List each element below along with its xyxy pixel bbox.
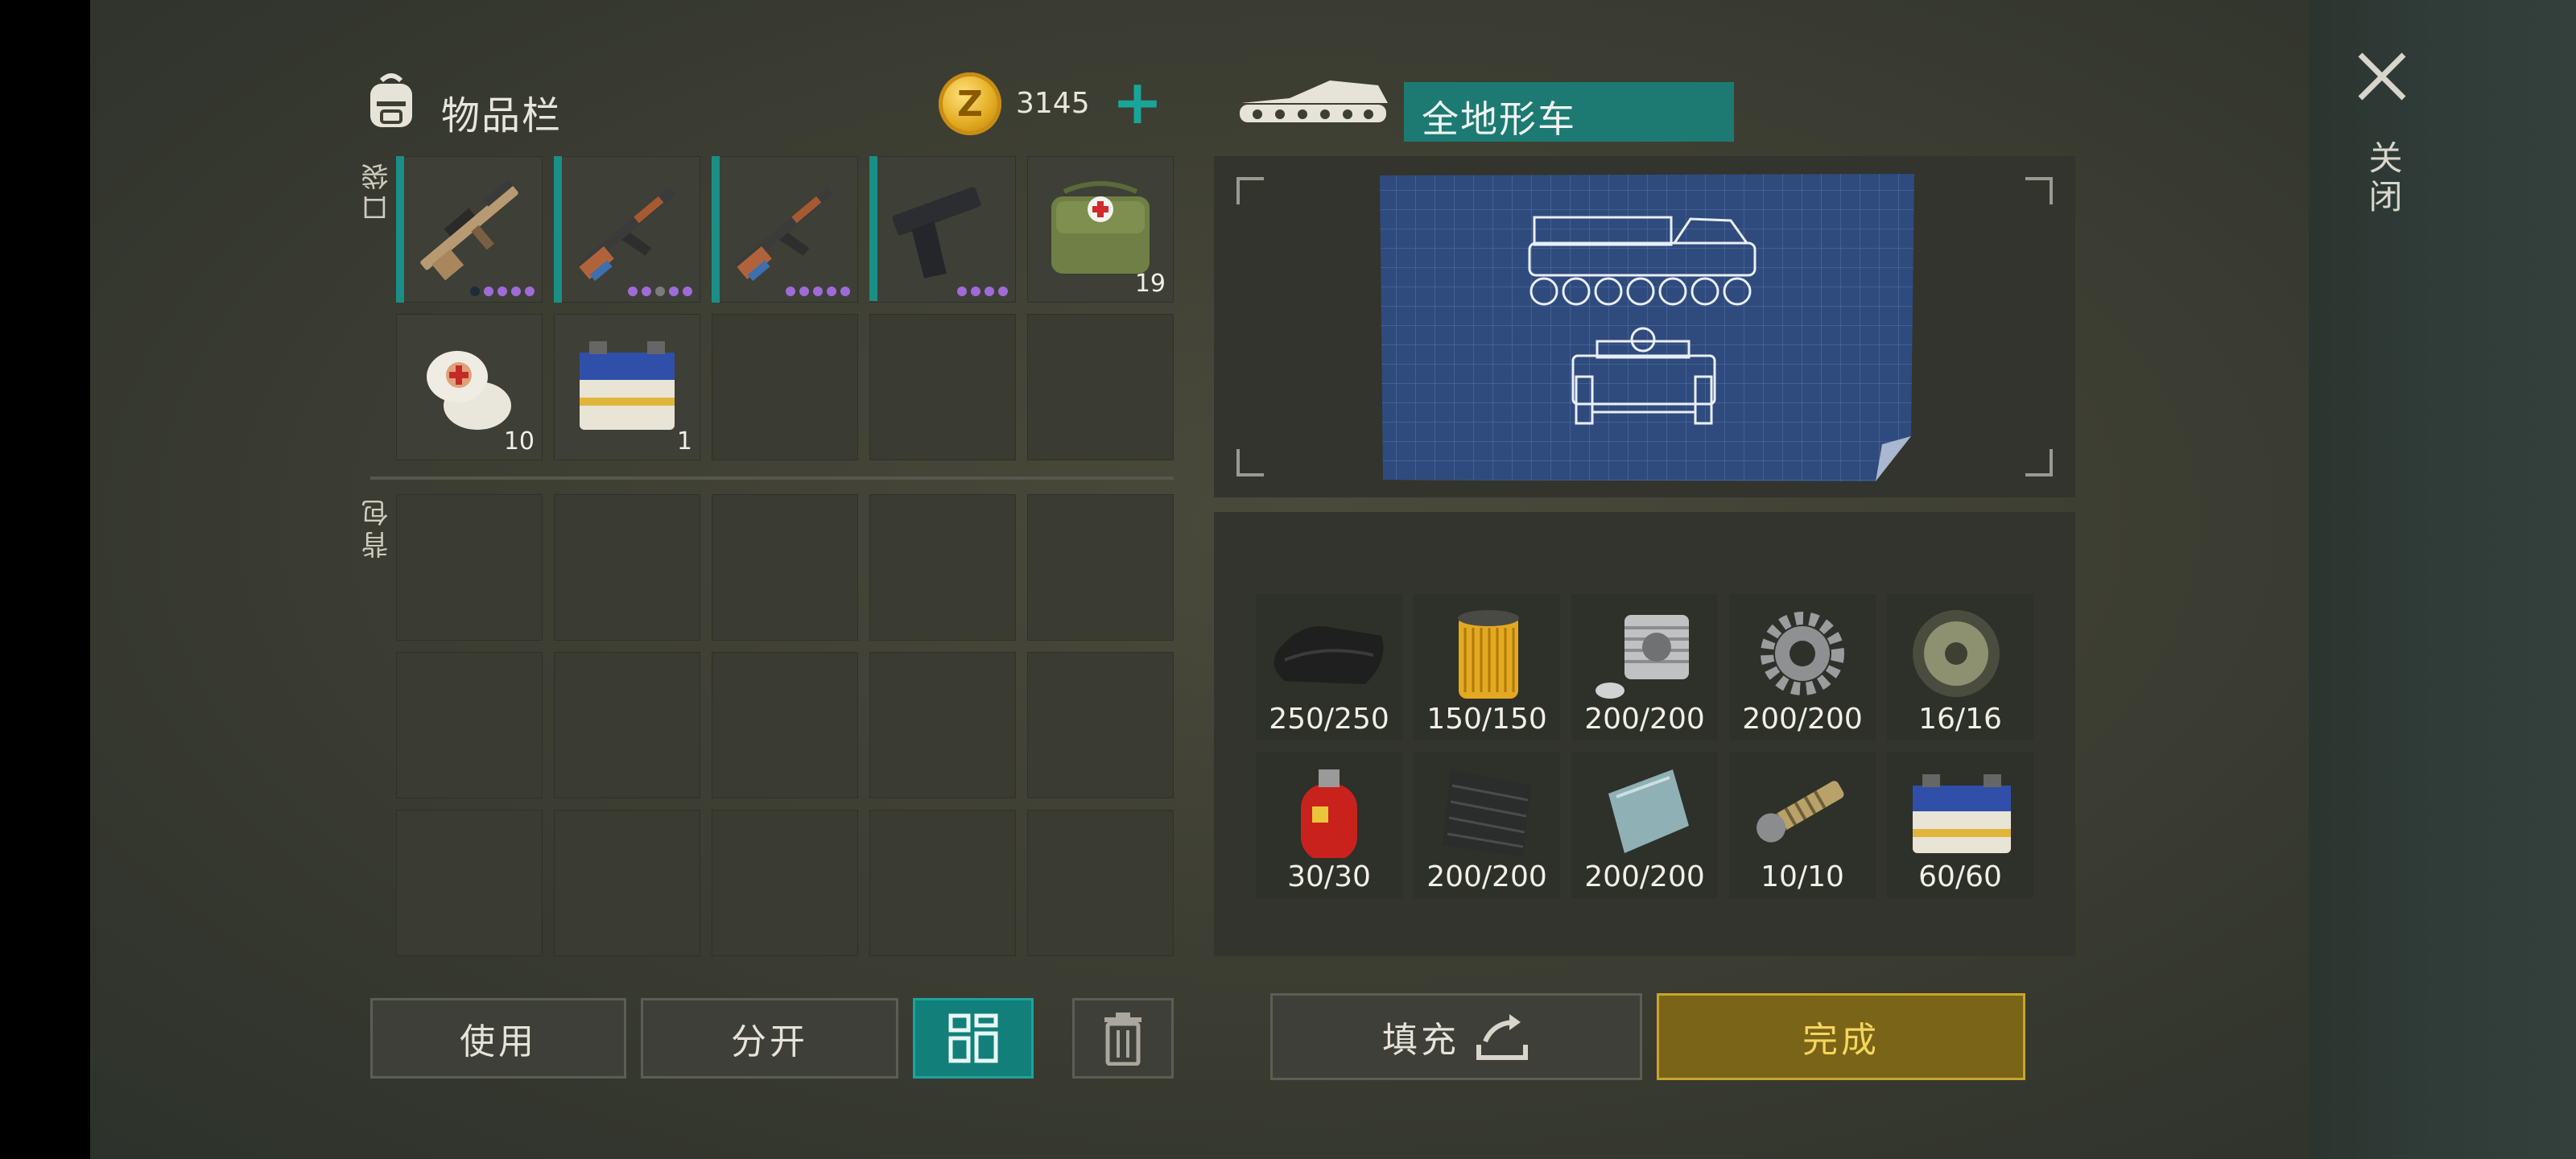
resource-slot-8[interactable]: 200/200 (1571, 752, 1718, 898)
add-coins-button[interactable]: + (1109, 72, 1166, 133)
resource-slot-7[interactable]: 200/200 (1414, 752, 1560, 898)
vehicle-name: 全地形车 (1422, 97, 1576, 141)
backpack-slot-6[interactable] (396, 652, 543, 798)
resource-quantity: 200/200 (1584, 860, 1705, 893)
backpack-slot-7[interactable] (554, 652, 700, 798)
backpack-slot-10[interactable] (1027, 652, 1174, 798)
pocket-slot-7[interactable]: 1 (554, 314, 700, 460)
pocket-slot-5[interactable]: 19 (1027, 156, 1174, 303)
item-quantity: 19 (1134, 270, 1166, 298)
wheel-icon (1913, 610, 2000, 697)
spring-part-icon (1757, 781, 1844, 843)
resource-slot-9[interactable]: 10/10 (1729, 752, 1876, 898)
close-label: 关闭 (2363, 140, 2403, 217)
close-icon (2358, 52, 2406, 101)
engine-cylinder-icon (1596, 615, 1689, 699)
backpack-slot-5[interactable] (1027, 494, 1174, 641)
gear-icon (1761, 612, 1844, 695)
scar-rifle-icon (420, 179, 518, 281)
close-button[interactable]: 关闭 (2351, 45, 2415, 238)
air-filter-icon (1458, 610, 1519, 699)
pocket-slot-1[interactable] (396, 156, 543, 303)
coin-balance: 3145 (1016, 87, 1090, 120)
ak-rifle-icon (736, 188, 833, 282)
resource-quantity: 250/250 (1269, 703, 1389, 736)
ak-rifle-icon (578, 188, 675, 282)
resource-slot-3[interactable]: 200/200 (1571, 594, 1718, 740)
backpack-slot-1[interactable] (396, 494, 543, 641)
resource-quantity: 200/200 (1426, 860, 1547, 893)
backpack-slot-11[interactable] (396, 810, 543, 956)
carbon-fabric-icon (1443, 769, 1531, 856)
vehicle-blueprint (1377, 171, 1919, 483)
backpack-label: 背包 (361, 494, 394, 559)
car-battery-icon (580, 341, 675, 430)
resource-quantity: 60/60 (1918, 860, 2002, 893)
backpack-icon (361, 69, 422, 130)
resource-slot-5[interactable]: 16/16 (1887, 594, 2033, 740)
resource-quantity: 150/150 (1426, 703, 1547, 736)
resource-quantity: 200/200 (1742, 703, 1863, 736)
frame-corner (2025, 449, 2053, 476)
pocket-slot-10[interactable] (1027, 314, 1174, 460)
right-strip (2309, 0, 2576, 1159)
item-quantity: 10 (503, 427, 535, 456)
resource-slot-2[interactable]: 150/150 (1414, 594, 1560, 740)
backpack-slot-8[interactable] (712, 652, 858, 798)
pocket-slot-9[interactable] (869, 314, 1016, 460)
backpack-slot-14[interactable] (869, 810, 1016, 956)
vehicle-name-plate: 全地形车 (1404, 82, 1734, 142)
metal-plate-icon (1608, 769, 1689, 853)
gas-cylinder-icon (1301, 769, 1357, 858)
resource-quantity: 10/10 (1761, 860, 1844, 893)
resource-slot-4[interactable]: 200/200 (1729, 594, 1876, 740)
backpack-slot-13[interactable] (712, 810, 858, 956)
resource-slot-1[interactable]: 250/250 (1256, 594, 1402, 740)
grid-sort-icon (948, 1013, 998, 1063)
pocket-label: 口袋 (361, 158, 394, 222)
backpack-slot-15[interactable] (1027, 810, 1174, 956)
frame-corner (2025, 177, 2053, 204)
inventory-title: 物品栏 (441, 93, 563, 138)
item-quantity: 1 (676, 427, 692, 456)
fill-button[interactable]: 填充 (1270, 993, 1642, 1080)
backpack-slot-3[interactable] (712, 494, 858, 641)
resource-slot-10[interactable]: 60/60 (1887, 752, 2033, 898)
rubber-sheet-icon (1274, 626, 1384, 684)
blueprint-panel (1214, 156, 2075, 497)
resource-quantity: 16/16 (1918, 703, 2002, 736)
pocket-slot-6[interactable]: 10 (396, 314, 543, 460)
trash-icon (1104, 1013, 1141, 1066)
section-divider (370, 476, 1174, 480)
frame-corner (1236, 177, 1264, 204)
trash-button[interactable] (1072, 998, 1174, 1079)
sort-button[interactable] (913, 998, 1034, 1079)
tank-vehicle-icon (1233, 74, 1394, 143)
resource-quantity: 200/200 (1584, 703, 1705, 736)
car-battery-icon (1913, 774, 2011, 853)
pistol-icon (892, 187, 981, 278)
resource-slot-6[interactable]: 30/30 (1256, 752, 1402, 898)
pocket-slot-4[interactable] (869, 156, 1016, 303)
fill-icon (1476, 1014, 1528, 1060)
pocket-slot-8[interactable] (712, 314, 858, 460)
backpack-slot-12[interactable] (554, 810, 700, 956)
resource-quantity: 30/30 (1287, 860, 1371, 893)
pocket-slot-2[interactable] (554, 156, 700, 303)
fill-label: 填充 (1382, 1020, 1459, 1061)
split-button[interactable]: 分开 (641, 998, 898, 1079)
use-button[interactable]: 使用 (370, 998, 626, 1079)
backpack-slot-2[interactable] (554, 494, 700, 641)
backpack-slot-4[interactable] (869, 494, 1016, 641)
coin-icon: Z (939, 72, 1001, 135)
pocket-slot-3[interactable] (712, 156, 858, 303)
done-button[interactable]: 完成 (1657, 993, 2025, 1080)
frame-corner (1236, 449, 1264, 476)
backpack-slot-9[interactable] (869, 652, 1016, 798)
